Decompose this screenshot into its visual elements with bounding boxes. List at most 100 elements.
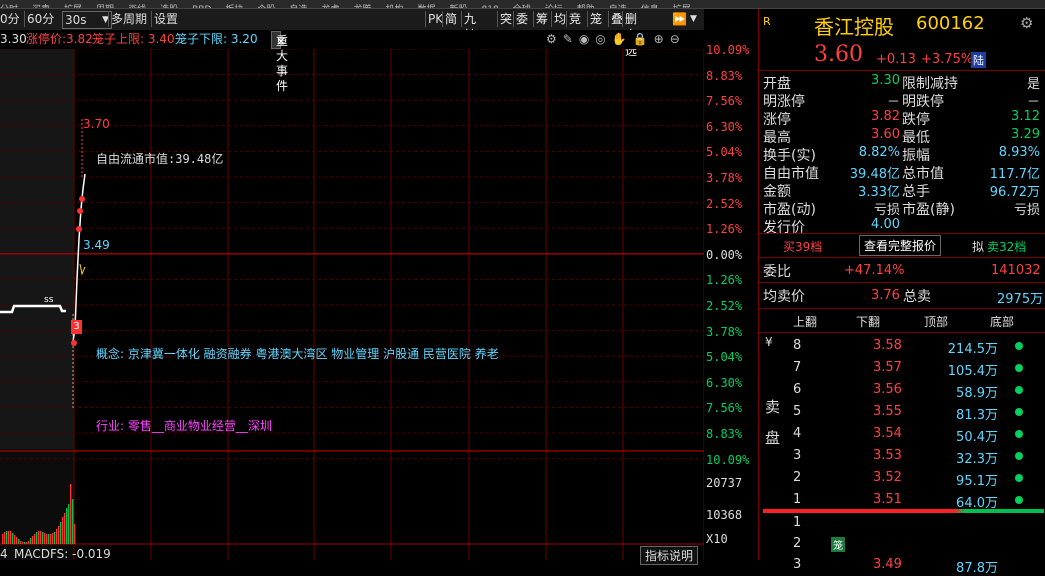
timeframe-60m-button[interactable]: 60分 xyxy=(24,11,56,27)
bid-lvl: 2 xyxy=(793,536,802,551)
multi-period-button[interactable]: 多周期 xyxy=(108,11,149,27)
ask-lvl: 6 xyxy=(793,382,802,397)
level-indicator-dot xyxy=(1015,430,1023,438)
volume-bar xyxy=(66,508,68,544)
ask-price: 3.56 xyxy=(873,382,902,397)
quote-value: 3.60 xyxy=(871,127,900,142)
toolbar-btn-5[interactable]: 筹 xyxy=(533,11,550,27)
ask-price: 3.57 xyxy=(873,360,902,375)
quote-value: 117.7亿 xyxy=(989,167,1040,182)
quote-value: 8.93% xyxy=(998,145,1040,160)
quote-label: 最高 xyxy=(763,130,791,146)
pct-axis-up-label: 7.56% xyxy=(706,94,743,109)
bid-price: 3.49 xyxy=(873,557,902,572)
quote-label: 限制减持 xyxy=(902,76,958,92)
pct-axis-up-label: 2.52% xyxy=(706,196,743,211)
quote-label: 自由市值 xyxy=(763,166,819,182)
volume-bar xyxy=(62,517,64,544)
quote-value: 3.29 xyxy=(1011,127,1040,142)
trade-dot xyxy=(76,226,82,232)
quote-label: 总市值 xyxy=(902,166,944,182)
pct-axis-up-label: 5.04% xyxy=(706,145,743,160)
more-dropdown-icon[interactable]: ▼ xyxy=(690,11,697,27)
quote-label: 涨停 xyxy=(763,112,791,128)
quote-label: 发行价 xyxy=(763,220,805,236)
quote-value: 3.82 xyxy=(871,109,900,124)
timeframe-0m-button[interactable]: 0分 xyxy=(0,11,20,27)
top-menu-bar: 分时买卖扩展周期画线选股BBD板块个股自选龙虎龙腾机构数据新股818全球论坛帮助… xyxy=(0,0,1045,9)
volume-bar xyxy=(12,533,14,544)
sell-levels-tab[interactable]: 卖32档 xyxy=(987,238,1026,255)
close-icon[interactable]: × xyxy=(276,34,286,49)
pct-axis-up-label: 1.26% xyxy=(706,222,743,237)
simulate-button[interactable]: 拟 xyxy=(972,238,984,255)
chart-tool-icons[interactable]: ⚙✎◉◎✋🔒⊕⊖ xyxy=(546,32,686,47)
buy-levels-tab[interactable]: 买39档 xyxy=(783,238,822,255)
pct-axis-down-label: 8.83% xyxy=(706,427,743,441)
fullscreen-icon[interactable]: ⏩ xyxy=(672,11,687,27)
toolbar-btn-10[interactable]: 删自选 xyxy=(622,11,639,58)
orderbook-header-btn[interactable]: 上翻 xyxy=(793,313,817,330)
ask-vol: 32.3万 xyxy=(956,452,998,467)
pct-axis-down-label: 7.56% xyxy=(706,401,743,416)
toolbar-btn-1[interactable]: 简 xyxy=(442,11,459,27)
price-info-bar: 3.30 涨停价:3.82 笼子上限: 3.40 笼子下限: 3.20 重大事件… xyxy=(0,30,704,93)
cage-tag: 笼 xyxy=(831,537,845,552)
volume-bar xyxy=(20,541,22,544)
volume-bar xyxy=(4,532,6,544)
quote-label: 明涨停 xyxy=(763,94,805,110)
orderbook-header-btn[interactable]: 底部 xyxy=(990,313,1014,330)
quote-value: 3.30 xyxy=(871,73,900,88)
major-events-tab[interactable]: 重大事件 × xyxy=(271,31,288,93)
quote-label: 总手 xyxy=(902,184,930,200)
weibi-pct: +47.14% xyxy=(844,263,905,278)
toolbar-btn-2[interactable]: 九转 xyxy=(461,11,478,42)
intraday-chart[interactable]: ss 3.70 3.49 自由流通市值:39.48亿 概念: 京津冀一体化 融资… xyxy=(0,43,749,565)
toolbar-btn-8[interactable]: 笼 xyxy=(587,11,604,27)
level-indicator-dot xyxy=(1015,386,1023,394)
float-market-cap-label: 自由流通市值:39.48亿 xyxy=(96,152,224,166)
ask-price: 3.52 xyxy=(873,470,902,485)
pct-axis-up-label: 3.78% xyxy=(706,171,743,185)
weibi-label: 委比 xyxy=(763,264,791,280)
orderbook-header-btn[interactable]: 顶部 xyxy=(924,313,948,330)
quote-value: － xyxy=(886,95,900,110)
stock-code: 600162 xyxy=(916,13,985,34)
event-marker[interactable]: 3 xyxy=(71,320,82,334)
volume-bar xyxy=(24,542,26,544)
orderbook-header-btn[interactable]: 下翻 xyxy=(856,313,880,330)
settings-button[interactable]: 设置 xyxy=(151,11,180,27)
full-quote-button[interactable]: 查看完整报价 xyxy=(859,235,942,256)
volume-bar xyxy=(16,537,18,544)
quote-value: 亏损 xyxy=(1013,203,1040,218)
quote-value: 8.82% xyxy=(858,145,900,160)
ask-vol: 105.4万 xyxy=(947,364,998,379)
toolbar-btn-3[interactable]: 突 xyxy=(497,11,514,27)
pct-axis-down-label: 2.52% xyxy=(706,299,743,313)
quote-value: 39.48亿 xyxy=(849,167,900,182)
ask-price: 3.55 xyxy=(873,404,902,419)
pct-axis-up-label: 8.83% xyxy=(706,68,743,83)
toolbar-btn-7[interactable]: 竞 xyxy=(566,11,583,27)
trade-dot xyxy=(79,196,85,202)
level-indicator-dot xyxy=(1015,452,1023,460)
pct-axis-down-label: 3.78% xyxy=(706,324,743,339)
weibi-value: 141032 xyxy=(991,263,1041,278)
volume-bar-spike xyxy=(74,524,76,544)
mid-price-label: 3.49 xyxy=(83,238,110,252)
indicator-help-button[interactable]: 指标说明 xyxy=(640,546,699,565)
ask-lvl: 3 xyxy=(793,448,802,463)
ask-vol: 50.4万 xyxy=(956,430,998,445)
gear-icon[interactable]: ⚙ xyxy=(1020,14,1033,32)
avg-sell-label: 均卖价 xyxy=(763,289,805,305)
current-price: 3.30 xyxy=(0,32,27,46)
quote-label: 振幅 xyxy=(902,148,930,164)
toolbar-btn-4[interactable]: 委 xyxy=(513,11,530,27)
quote-label: 最低 xyxy=(902,130,930,146)
pct-axis-zero-label: 0.00% xyxy=(706,247,743,262)
quote-label: 金额 xyxy=(763,184,791,200)
bid-lvl: 3 xyxy=(793,557,802,572)
concept-tags: 概念: 京津冀一体化 融资融券 粤港澳大湾区 物业管理 沪股通 民营医院 养老 xyxy=(96,347,499,361)
period-select[interactable]: 30s ▼ xyxy=(62,11,112,29)
volume-bar xyxy=(30,538,32,544)
